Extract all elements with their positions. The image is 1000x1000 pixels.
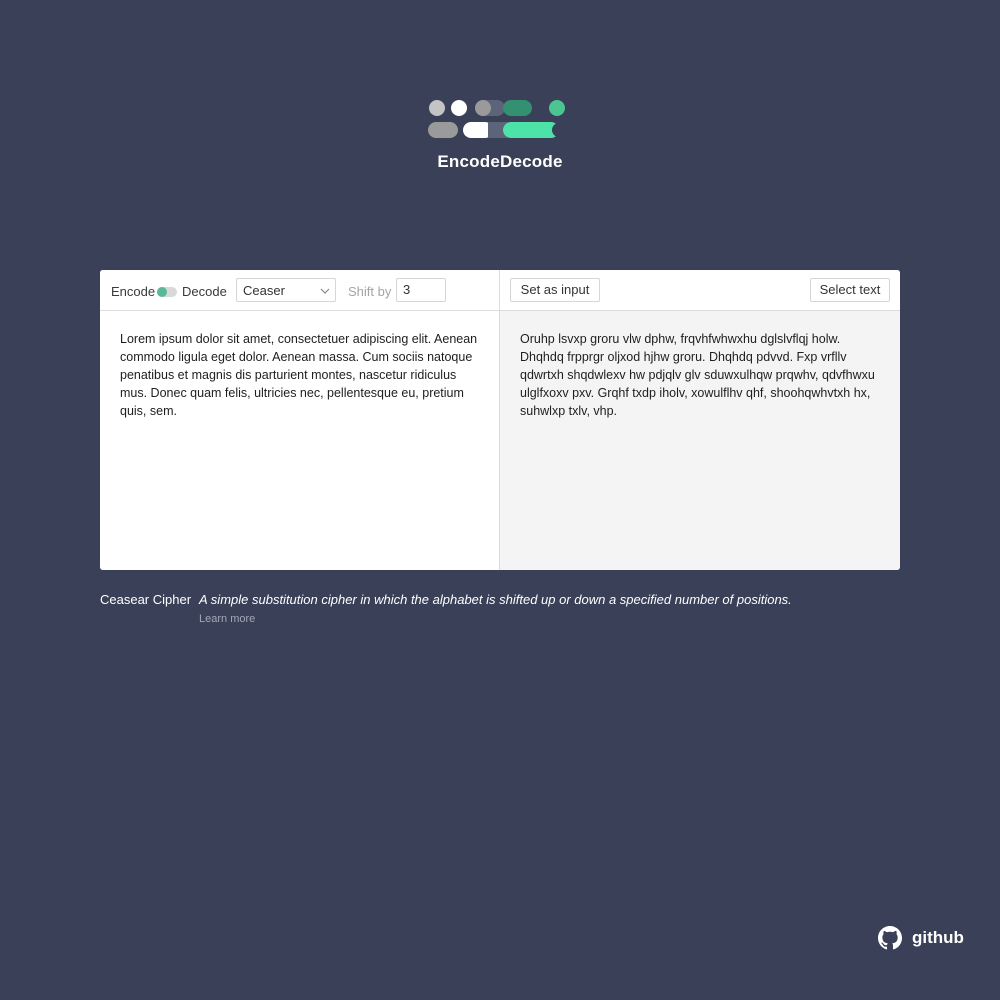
app-logo xyxy=(428,100,568,140)
github-label: github xyxy=(912,928,964,947)
input-pane: Encode Decode Ceaser Shift by 3 Lorem ip… xyxy=(100,270,500,570)
github-icon xyxy=(878,926,902,950)
cipher-panel: Encode Decode Ceaser Shift by 3 Lorem ip… xyxy=(100,270,900,570)
encode-label[interactable]: Encode xyxy=(111,284,155,299)
input-text[interactable]: Lorem ipsum dolor sit amet, consectetuer… xyxy=(120,330,482,420)
decode-label[interactable]: Decode xyxy=(182,284,227,299)
cipher-select-value: Ceaser xyxy=(243,283,285,298)
shift-input[interactable]: 3 xyxy=(396,278,446,302)
app-title: EncodeDecode xyxy=(437,152,563,171)
cipher-description: A simple substitution cipher in which th… xyxy=(199,592,792,607)
chevron-down-icon xyxy=(320,288,330,294)
cipher-name: Ceasear Cipher xyxy=(100,592,192,607)
output-text[interactable]: Oruhp lsvxp groru vlw dphw, frqvhfwhwxhu… xyxy=(520,330,875,420)
shift-label: Shift by xyxy=(348,284,392,299)
learn-more-link[interactable]: Learn more xyxy=(199,613,255,625)
logo-icon xyxy=(428,100,566,138)
input-toolbar: Encode Decode Ceaser Shift by 3 xyxy=(100,270,499,311)
toggle-knob xyxy=(157,287,167,297)
select-text-button[interactable]: Select text xyxy=(810,278,890,302)
cipher-select[interactable]: Ceaser xyxy=(236,278,336,302)
set-as-input-button[interactable]: Set as input xyxy=(510,278,600,302)
encode-decode-toggle[interactable] xyxy=(157,287,177,297)
output-pane: Set as input Select text Oruhp lsvxp gro… xyxy=(500,270,900,570)
output-toolbar: Set as input Select text xyxy=(500,270,900,311)
